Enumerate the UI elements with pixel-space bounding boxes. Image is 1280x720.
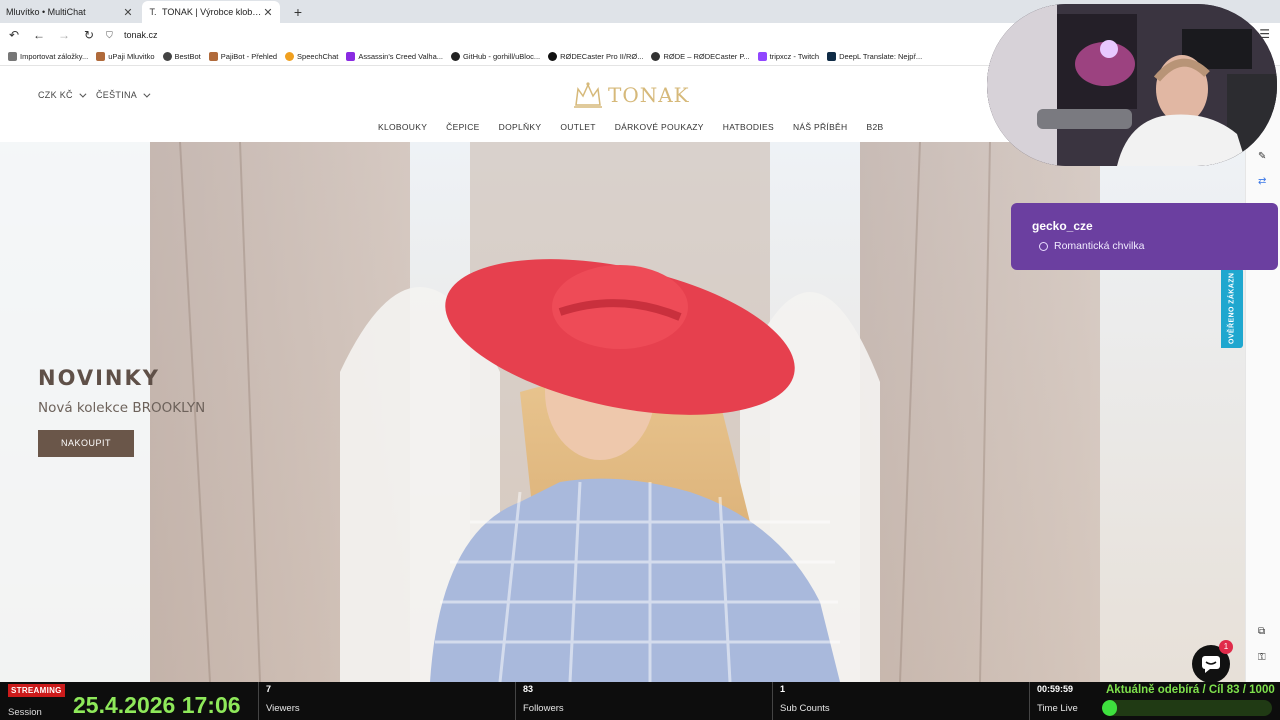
- address-bar[interactable]: ⛉ tonak.cz: [106, 25, 1036, 45]
- bookmark-item[interactable]: uPaji Mluvitko: [96, 51, 155, 61]
- hero-subtitle: Nová kolekce BROOKLYN: [38, 400, 206, 416]
- currency-selector[interactable]: CZK KČ: [38, 90, 87, 100]
- bookmark-item[interactable]: DeepL Translate: Nejpř...: [827, 51, 922, 61]
- nav-item[interactable]: HATBODIES: [723, 122, 774, 132]
- hero-text: NOVINKY Nová kolekce BROOKLYN NAKOUPIT: [38, 366, 205, 457]
- time-live-stat: 00:59:59 Time Live: [1029, 682, 1099, 720]
- bookmark-item[interactable]: SpeechChat: [285, 51, 338, 61]
- webcam-image: [987, 4, 1277, 166]
- reload-history-icon[interactable]: ↶: [3, 24, 25, 46]
- bookmark-item[interactable]: tripxcz - Twitch: [757, 51, 819, 61]
- webcam-overlay: [987, 4, 1277, 166]
- nav-item[interactable]: NÁŠ PŘÍBĚH: [793, 122, 848, 132]
- logo-crown-icon: [574, 82, 602, 108]
- logo-text: TONAK: [608, 83, 690, 107]
- sub-goal-progress-fill: [1102, 700, 1118, 716]
- hero-title: NOVINKY: [38, 366, 160, 390]
- screen: Mluvítko • MultiChat ✕ T. TONAK | Výrobc…: [0, 0, 1280, 720]
- followers-stat: 83 Followers: [515, 682, 772, 720]
- nav-item[interactable]: DÁRKOVÉ POUKAZY: [615, 122, 704, 132]
- bookmark-icon: [96, 51, 106, 61]
- nav-item[interactable]: OUTLET: [560, 122, 595, 132]
- bookmark-item[interactable]: RØDECaster Pro II/RØ...: [548, 51, 643, 61]
- reload-button[interactable]: ↻: [78, 24, 100, 46]
- bookmark-icon: [285, 51, 295, 61]
- language-selector[interactable]: ČEŠTINA: [96, 90, 151, 100]
- chevron-down-icon: [79, 90, 87, 98]
- nav-item[interactable]: KLOBOUKY: [378, 122, 427, 132]
- bookmark-icon: [208, 51, 218, 61]
- nav-item[interactable]: ČEPICE: [446, 122, 479, 132]
- forward-button[interactable]: →: [53, 24, 75, 46]
- stream-stats-bar: STREAMING Session 25.4.2026 17:06 7 View…: [0, 682, 1280, 720]
- close-icon[interactable]: ✕: [262, 6, 274, 19]
- chat-message-card: gecko_cze Romantická chvilka: [1011, 203, 1278, 270]
- sub-goal-text: Aktuálně odebírá / Cíl 83 / 1000: [1106, 684, 1275, 696]
- globe-icon: [162, 51, 172, 61]
- pen-icon[interactable]: ✎: [1258, 151, 1266, 162]
- session-datetime: 25.4.2026 17:06: [73, 692, 241, 718]
- verified-reviews-tab[interactable]: OVĚŘENO ZÁKAZN: [1221, 268, 1243, 348]
- tab-title: TONAK | Výrobce klobouků od: [162, 7, 262, 17]
- viewers-stat: 7 Viewers: [258, 682, 515, 720]
- session-label: Session: [8, 707, 42, 718]
- translate-icon[interactable]: ⇄: [1258, 176, 1266, 187]
- bookmark-item[interactable]: Importovat záložky...: [8, 51, 88, 61]
- globe-icon: [651, 51, 661, 61]
- streaming-status-badge: STREAMING: [8, 684, 65, 697]
- bookmark-item[interactable]: GitHub - gorhill/uBloc...: [451, 51, 540, 61]
- notification-badge: 1: [1219, 640, 1233, 654]
- bookmark-icon: [548, 51, 558, 61]
- twitch-icon: [757, 51, 767, 61]
- status-ring-icon: [1039, 241, 1048, 251]
- close-icon[interactable]: ✕: [122, 6, 134, 19]
- bookmark-item[interactable]: Assassin's Creed Valha...: [346, 51, 443, 61]
- key-icon[interactable]: ⚿: [1258, 652, 1266, 663]
- new-tab-button[interactable]: +: [288, 2, 308, 22]
- chat-message: Romantická chvilka: [1039, 240, 1144, 252]
- bookmark-item[interactable]: PajiBot - Přehled: [208, 51, 277, 61]
- tab-multichat[interactable]: Mluvítko • MultiChat ✕: [0, 1, 140, 23]
- shop-now-button[interactable]: NAKOUPIT: [38, 430, 134, 457]
- url-text: tonak.cz: [124, 30, 158, 40]
- chat-username: gecko_cze: [1032, 219, 1093, 233]
- chat-icon: [1202, 656, 1220, 673]
- bookmark-item[interactable]: RØDE – RØDECaster P...: [651, 51, 750, 61]
- sub-goal-progress: [1102, 700, 1272, 716]
- nav-item[interactable]: B2B: [866, 122, 883, 132]
- nav-item[interactable]: DOPLŇKY: [499, 122, 542, 132]
- bookmark-icon: [8, 51, 17, 61]
- tab-title: Mluvítko • MultiChat: [6, 7, 86, 17]
- tab-tonak[interactable]: T. TONAK | Výrobce klobouků od ✕: [142, 1, 280, 23]
- deepl-icon: [827, 51, 837, 61]
- tonak-favicon-icon: T.: [149, 7, 157, 17]
- bookmark-icon: [346, 51, 356, 61]
- site-info-icon[interactable]: ⛉: [106, 30, 120, 41]
- subs-stat: 1 Sub Counts: [772, 682, 1029, 720]
- site-logo[interactable]: TONAK: [570, 77, 690, 113]
- chevron-down-icon: [143, 90, 151, 98]
- github-icon: [451, 51, 460, 61]
- bookmark-item[interactable]: BestBot: [162, 51, 201, 61]
- back-button[interactable]: ←: [28, 24, 50, 46]
- main-nav: KLOBOUKY ČEPICE DOPLŇKY OUTLET DÁRKOVÉ P…: [378, 122, 902, 132]
- extension-icon[interactable]: ⧉: [1258, 626, 1265, 637]
